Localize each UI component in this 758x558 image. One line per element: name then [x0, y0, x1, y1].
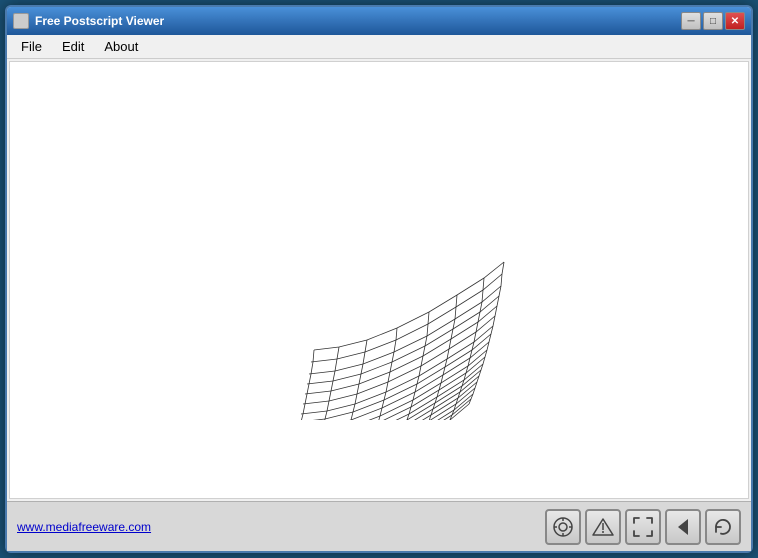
app-icon [13, 13, 29, 29]
maximize-button[interactable]: □ [703, 12, 723, 30]
title-bar: Free Postscript Viewer ─ □ ✕ [7, 7, 751, 35]
triangle-icon [592, 516, 614, 538]
menu-about[interactable]: About [94, 37, 148, 56]
menu-edit[interactable]: Edit [52, 37, 94, 56]
close-button[interactable]: ✕ [725, 12, 745, 30]
toolbar-buttons [545, 509, 741, 545]
menu-bar: File Edit About [7, 35, 751, 59]
settings-button[interactable] [545, 509, 581, 545]
minimize-button[interactable]: ─ [681, 12, 701, 30]
fullscreen-icon [632, 516, 654, 538]
mesh-visualization [229, 140, 529, 420]
rotate-button[interactable] [705, 509, 741, 545]
canvas-area [10, 62, 748, 498]
print-button[interactable] [585, 509, 621, 545]
status-bar: www.mediafreeware.com [7, 501, 751, 551]
back-icon [672, 516, 694, 538]
website-link[interactable]: www.mediafreeware.com [17, 520, 151, 534]
menu-file[interactable]: File [11, 37, 52, 56]
main-window: Free Postscript Viewer ─ □ ✕ File Edit A… [5, 5, 753, 553]
content-area [9, 61, 749, 499]
fullscreen-button[interactable] [625, 509, 661, 545]
window-title: Free Postscript Viewer [35, 14, 681, 28]
rotate-icon [712, 516, 734, 538]
window-controls: ─ □ ✕ [681, 12, 745, 30]
settings-icon [552, 516, 574, 538]
back-button[interactable] [665, 509, 701, 545]
